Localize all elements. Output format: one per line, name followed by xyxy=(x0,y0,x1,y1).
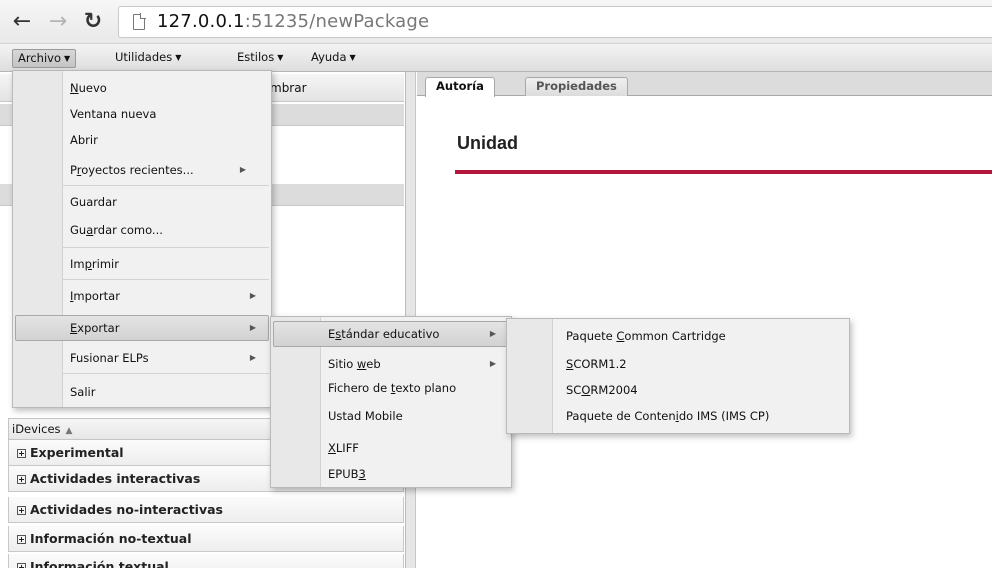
menu-item-ims-cp[interactable]: Paquete de Contenido IMS (IMS CP) xyxy=(509,403,847,429)
menu-utilidades[interactable]: Utilidades ▼ xyxy=(110,49,186,68)
archivo-menu: Nuevo Ventana nueva Abrir Proyectos reci… xyxy=(12,70,272,408)
estandar-submenu: Paquete Common Cartridge SCORM1.2 SCORM2… xyxy=(506,318,850,434)
menu-item-common-cartridge[interactable]: Paquete Common Cartridge xyxy=(509,323,847,349)
caret-down-icon: ▼ xyxy=(64,54,71,63)
submenu-arrow-icon: ▶ xyxy=(249,291,256,300)
reload-icon[interactable]: ↻ xyxy=(80,9,106,35)
caret-down-icon: ▼ xyxy=(349,53,356,62)
expand-icon xyxy=(17,535,26,544)
expand-icon xyxy=(17,506,26,515)
expand-icon xyxy=(17,449,26,458)
submenu-arrow-icon: ▶ xyxy=(249,323,256,332)
back-arrow-icon[interactable]: ← xyxy=(10,9,34,35)
caret-down-icon: ▼ xyxy=(277,53,284,62)
menu-item-ustad-mobile[interactable]: Ustad Mobile xyxy=(273,403,509,429)
tab-strip: Autoría Propiedades xyxy=(417,72,992,97)
expand-icon xyxy=(17,563,26,568)
idevice-category[interactable]: Actividades no-interactivas xyxy=(8,497,404,523)
menu-estilos[interactable]: Estilos ▼ xyxy=(232,49,288,68)
exportar-submenu: Estándar educativo ▶ Sitio web ▶ Fichero d… xyxy=(270,316,512,488)
submenu-arrow-icon: ▶ xyxy=(249,353,256,362)
menu-item-sitio-web[interactable]: Sitio web ▶ xyxy=(273,351,509,377)
expand-icon xyxy=(17,475,26,484)
menu-item-imprimir[interactable]: Imprimir xyxy=(15,251,269,277)
menu-item-scorm12[interactable]: SCORM1.2 xyxy=(509,351,847,377)
menu-item-importar[interactable]: Importar ▶ xyxy=(15,283,269,309)
tab-propiedades[interactable]: Propiedades xyxy=(525,77,628,96)
tab-autoria[interactable]: Autoría xyxy=(425,77,495,97)
menu-item-scorm2004[interactable]: SCORM2004 xyxy=(509,377,847,403)
menu-item-salir[interactable]: Salir xyxy=(15,379,269,405)
menu-item-guardar[interactable]: Guardar xyxy=(15,189,269,215)
url-text[interactable]: 127.0.0.1:51235/newPackage xyxy=(157,11,429,33)
menu-item-proyectos-recientes[interactable]: Proyectos recientes... ▶ xyxy=(15,157,269,183)
rename-button[interactable]: mbrar xyxy=(270,81,307,95)
collapse-up-icon: ▲ xyxy=(65,426,73,436)
title-underline xyxy=(455,170,992,174)
page-icon xyxy=(133,13,146,30)
idevice-category[interactable]: Información textual xyxy=(8,554,404,568)
forward-arrow-icon[interactable]: → xyxy=(46,9,70,35)
menu-item-ventana-nueva[interactable]: Ventana nueva xyxy=(15,101,269,127)
submenu-arrow-icon: ▶ xyxy=(239,165,246,174)
menu-item-xliff[interactable]: XLIFF xyxy=(273,435,509,461)
menu-item-fusionar[interactable]: Fusionar ELPs ▶ xyxy=(15,345,269,371)
menu-ayuda[interactable]: Ayuda ▼ xyxy=(306,49,361,68)
menu-archivo[interactable]: Archivo ▼ xyxy=(12,49,77,68)
submenu-arrow-icon: ▶ xyxy=(489,359,496,368)
app-menubar: Archivo ▼ Utilidades ▼ Estilos ▼ Ayuda ▼ xyxy=(0,44,992,72)
menu-item-guardar-como[interactable]: Guardar como... xyxy=(15,217,269,243)
menu-item-estandar-educativo[interactable]: Estándar educativo ▶ xyxy=(273,321,509,347)
browser-toolbar: ← → ↻ 127.0.0.1:51235/newPackage xyxy=(0,0,992,44)
menu-item-epub3[interactable]: EPUB3 xyxy=(273,461,509,487)
menu-item-nuevo[interactable]: Nuevo xyxy=(15,75,269,101)
page-title: Unidad xyxy=(457,133,518,153)
address-bar[interactable]: 127.0.0.1:51235/newPackage xyxy=(118,6,992,38)
menu-item-texto-plano[interactable]: Fichero de texto plano xyxy=(273,375,509,401)
menu-item-exportar[interactable]: Exportar ▶ xyxy=(15,315,269,341)
menu-item-abrir[interactable]: Abrir xyxy=(15,127,269,153)
caret-down-icon: ▼ xyxy=(175,53,182,62)
idevice-category[interactable]: Información no-textual xyxy=(8,526,404,552)
submenu-arrow-icon: ▶ xyxy=(489,329,496,338)
